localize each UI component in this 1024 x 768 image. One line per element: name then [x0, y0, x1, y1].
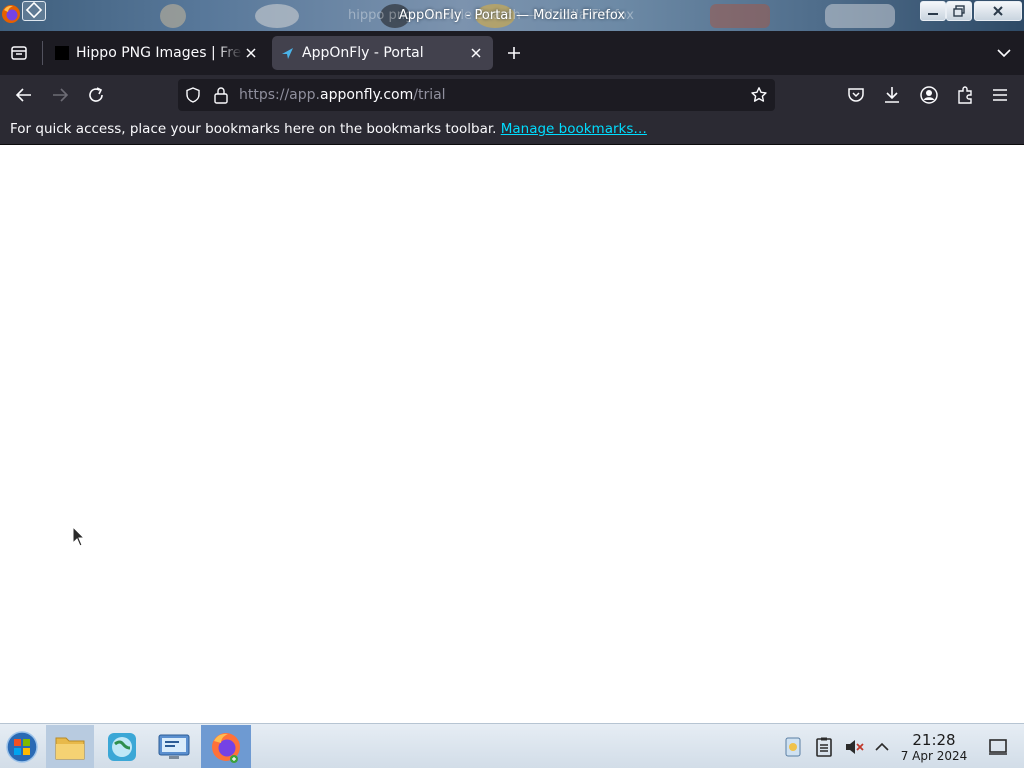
globe-icon [108, 732, 136, 761]
bookmarks-toolbar: For quick access, place your bookmarks h… [0, 115, 1024, 145]
forward-arrow-icon [53, 88, 69, 102]
back-arrow-icon [15, 88, 31, 102]
manage-bookmarks-link[interactable]: Manage bookmarks… [501, 121, 647, 137]
apponfly-arrow-favicon-icon [282, 48, 293, 59]
hamburger-menu-icon [993, 89, 1007, 101]
page-content[interactable] [0, 146, 1024, 723]
close-tab-icon[interactable] [243, 45, 259, 61]
address-bar[interactable]: https://app.apponfly.com/trial [178, 79, 775, 111]
restore-icon [953, 5, 965, 17]
minimize-icon [928, 13, 938, 15]
close-window-button[interactable] [974, 1, 1022, 21]
minimize-button[interactable] [920, 1, 946, 21]
bookmark-star-icon[interactable] [750, 86, 768, 104]
download-icon [885, 87, 899, 103]
taskbar-file-manager[interactable] [46, 725, 94, 768]
clock-time: 21:28 [912, 731, 956, 749]
account-icon [920, 86, 938, 104]
account-button[interactable] [917, 83, 941, 107]
forward-button[interactable] [48, 83, 72, 107]
new-tab-button[interactable] [505, 44, 523, 66]
monitor-settings-icon [158, 734, 190, 759]
reload-button[interactable] [84, 83, 108, 107]
taskbar-globe-browser[interactable] [98, 725, 146, 768]
firefox-view-button[interactable] [10, 44, 28, 66]
tab-hippo-png[interactable]: Hippo PNG Images | Free [46, 36, 268, 70]
taskbar-firefox[interactable] [201, 725, 251, 768]
extensions-button[interactable] [953, 83, 977, 107]
reload-icon [89, 87, 103, 102]
pocket-button[interactable] [844, 83, 868, 107]
back-button[interactable] [12, 83, 36, 107]
speaker-muted-icon[interactable] [843, 736, 865, 758]
clipboard-tray-icon[interactable] [813, 736, 835, 758]
window-titlebar[interactable]: hippo png - Google Search — Mozilla Fire… [0, 0, 1024, 31]
mouse-cursor-icon [72, 526, 86, 547]
url-text[interactable]: https://app.apponfly.com/trial [239, 87, 446, 103]
clock-date: 7 Apr 2024 [900, 749, 968, 763]
tracking-protection-shield-icon[interactable] [185, 87, 201, 103]
navigation-toolbar: https://app.apponfly.com/trial [0, 75, 1024, 115]
start-button[interactable] [0, 725, 44, 768]
app-menu-button[interactable] [988, 83, 1012, 107]
firefox-icon [212, 732, 240, 763]
network-tray-icon[interactable] [782, 736, 804, 758]
chevron-down-icon [997, 49, 1011, 58]
plus-icon [508, 47, 520, 59]
tab-label: AppOnFly - Portal [302, 45, 424, 61]
puzzle-piece-icon [958, 86, 972, 104]
folder-icon [55, 737, 85, 759]
lock-icon[interactable] [213, 86, 229, 104]
pocket-icon [848, 88, 864, 102]
tab-strip: Hippo PNG Images | Free AppOnFly - Porta… [0, 31, 1024, 75]
tab-apponfly-portal[interactable]: AppOnFly - Portal [272, 36, 493, 70]
taskbar-control-panel[interactable] [150, 725, 198, 768]
tab-label: Hippo PNG Images | Free [76, 45, 242, 61]
firefox-view-icon [11, 46, 27, 60]
black-square-favicon-icon [55, 46, 69, 60]
window-title: AppOnFly - Portal — Mozilla Firefox [398, 8, 626, 23]
downloads-button[interactable] [880, 83, 904, 107]
maximize-button[interactable] [946, 1, 972, 21]
chevron-up-icon[interactable] [871, 736, 893, 758]
windows-orb-icon [6, 730, 38, 763]
close-tab-icon[interactable] [468, 45, 484, 61]
close-icon [993, 6, 1003, 16]
system-clock[interactable]: 21:28 7 Apr 2024 [896, 731, 972, 764]
show-desktop-icon[interactable] [987, 736, 1009, 758]
bookmarks-empty-message: For quick access, place your bookmarks h… [10, 121, 501, 137]
list-all-tabs-button[interactable] [995, 44, 1013, 66]
taskbar: 21:28 7 Apr 2024 [0, 723, 1024, 768]
